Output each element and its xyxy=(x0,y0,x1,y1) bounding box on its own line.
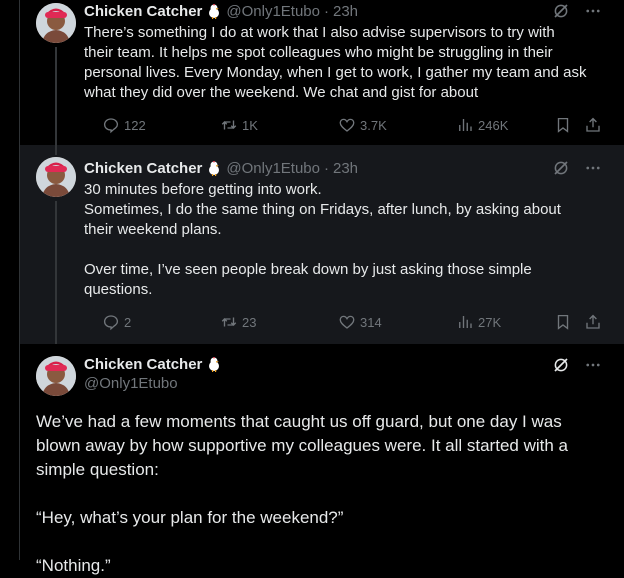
tweet-actions: 2 23 314 27K xyxy=(84,313,604,333)
separator-dot: · xyxy=(324,159,329,177)
tweet-3-focused[interactable]: Chicken Catcher @Only1Etubo We’ve had a … xyxy=(20,344,624,575)
grok-icon[interactable] xyxy=(552,2,570,20)
author-handle[interactable]: @Only1Etubo xyxy=(84,375,178,392)
thread-line xyxy=(55,47,57,145)
like-count: 314 xyxy=(360,314,382,330)
views-icon xyxy=(459,316,472,328)
tweet-2[interactable]: Chicken Catcher @Only1Etubo · 23h 30 min… xyxy=(20,145,624,344)
author-name[interactable]: Chicken Catcher xyxy=(84,160,202,177)
bookmark-button[interactable] xyxy=(554,116,576,134)
reply-count: 2 xyxy=(124,314,132,330)
chicken-emoji-icon xyxy=(209,161,220,176)
tweet-line xyxy=(36,482,606,506)
tweet-line: “Nothing.” xyxy=(36,556,111,575)
timestamp[interactable]: 23h xyxy=(333,3,358,20)
tweet-line: There’s something I do at work that I al… xyxy=(84,24,555,41)
heart-icon xyxy=(339,118,355,132)
avatar[interactable] xyxy=(36,3,76,43)
timestamp[interactable]: 23h xyxy=(333,160,358,177)
more-icon[interactable] xyxy=(584,159,602,177)
reply-button[interactable]: 122 xyxy=(102,116,146,134)
reply-icon xyxy=(103,315,119,331)
author-handle[interactable]: @Only1Etubo xyxy=(226,160,320,177)
tweet-actions: 122 1K 3.7K 246K xyxy=(84,116,604,136)
chicken-emoji-icon xyxy=(209,4,220,19)
bookmark-button[interactable] xyxy=(554,313,576,331)
repost-count: 1K xyxy=(242,117,258,133)
chicken-emoji-icon xyxy=(209,357,220,372)
tweet-text: 30 minutes before getting into work. Som… xyxy=(84,180,609,300)
tweet-line: “Hey, what’s your plan for the weekend?” xyxy=(36,508,344,527)
share-button[interactable] xyxy=(584,313,606,331)
grok-icon[interactable] xyxy=(552,159,570,177)
tweet-text: There’s something I do at work that I al… xyxy=(84,23,609,103)
views-count: 246K xyxy=(478,117,509,133)
author-name[interactable]: Chicken Catcher xyxy=(84,3,202,20)
share-button[interactable] xyxy=(584,116,606,134)
tweet-header: Chicken Catcher @Only1Etubo · 23h xyxy=(84,1,358,21)
tweet-line: their weekend plans. xyxy=(84,221,222,238)
tweet-header: Chicken Catcher @Only1Etubo · 23h xyxy=(84,158,358,178)
tweet-line: We’ve had a few moments that caught us o… xyxy=(36,412,562,431)
tweet-line: what they did over the weekend. We chat … xyxy=(84,84,479,101)
repost-button[interactable]: 23 xyxy=(220,313,256,331)
tweet-header: Chicken Catcher xyxy=(84,354,222,374)
tweet-line: questions. xyxy=(84,281,153,298)
heart-icon xyxy=(339,315,355,329)
avatar[interactable] xyxy=(36,157,76,197)
repost-button[interactable]: 1K xyxy=(220,116,258,134)
more-icon[interactable] xyxy=(584,356,602,374)
tweet-line: Over time, I’ve seen people break down b… xyxy=(84,261,532,278)
tweet-line: Sometimes, I do the same thing on Friday… xyxy=(84,201,561,218)
share-icon xyxy=(586,117,600,132)
tweet-line: blown away by how supportive my colleagu… xyxy=(36,436,568,455)
more-icon[interactable] xyxy=(584,2,602,20)
grok-icon[interactable] xyxy=(552,356,570,374)
avatar[interactable] xyxy=(36,356,76,396)
separator-dot: · xyxy=(324,2,329,20)
views-count: 27K xyxy=(478,314,502,330)
repost-icon xyxy=(221,120,237,130)
tweet-line xyxy=(84,240,609,260)
share-icon xyxy=(586,314,600,329)
like-count: 3.7K xyxy=(360,117,387,133)
views-icon xyxy=(459,119,472,131)
like-button[interactable]: 3.7K xyxy=(338,116,387,134)
tweet-line: their team. It helps me spot colleagues … xyxy=(84,44,553,61)
author-name[interactable]: Chicken Catcher xyxy=(84,356,202,373)
thread-line xyxy=(55,201,57,344)
repost-icon xyxy=(221,317,237,327)
views-button[interactable]: 27K xyxy=(456,313,501,331)
author-handle[interactable]: @Only1Etubo xyxy=(226,3,320,20)
thread-line xyxy=(55,145,57,155)
bookmark-icon xyxy=(557,117,569,133)
tweet-line xyxy=(36,530,606,554)
tweet-1[interactable]: Chicken Catcher @Only1Etubo · 23h There’… xyxy=(20,0,624,145)
views-button[interactable]: 246K xyxy=(456,116,508,134)
tweet-line: personal lives. Every Monday, when I get… xyxy=(84,64,587,81)
repost-count: 23 xyxy=(242,314,257,330)
tweet-text: We’ve had a few moments that caught us o… xyxy=(36,410,606,578)
reply-button[interactable]: 2 xyxy=(102,313,131,331)
tweet-line: simple question: xyxy=(36,460,159,479)
bookmark-icon xyxy=(557,314,569,330)
reply-count: 122 xyxy=(124,117,146,133)
reply-icon xyxy=(103,118,119,134)
tweet-line: 30 minutes before getting into work. xyxy=(84,181,322,198)
like-button[interactable]: 314 xyxy=(338,313,382,331)
